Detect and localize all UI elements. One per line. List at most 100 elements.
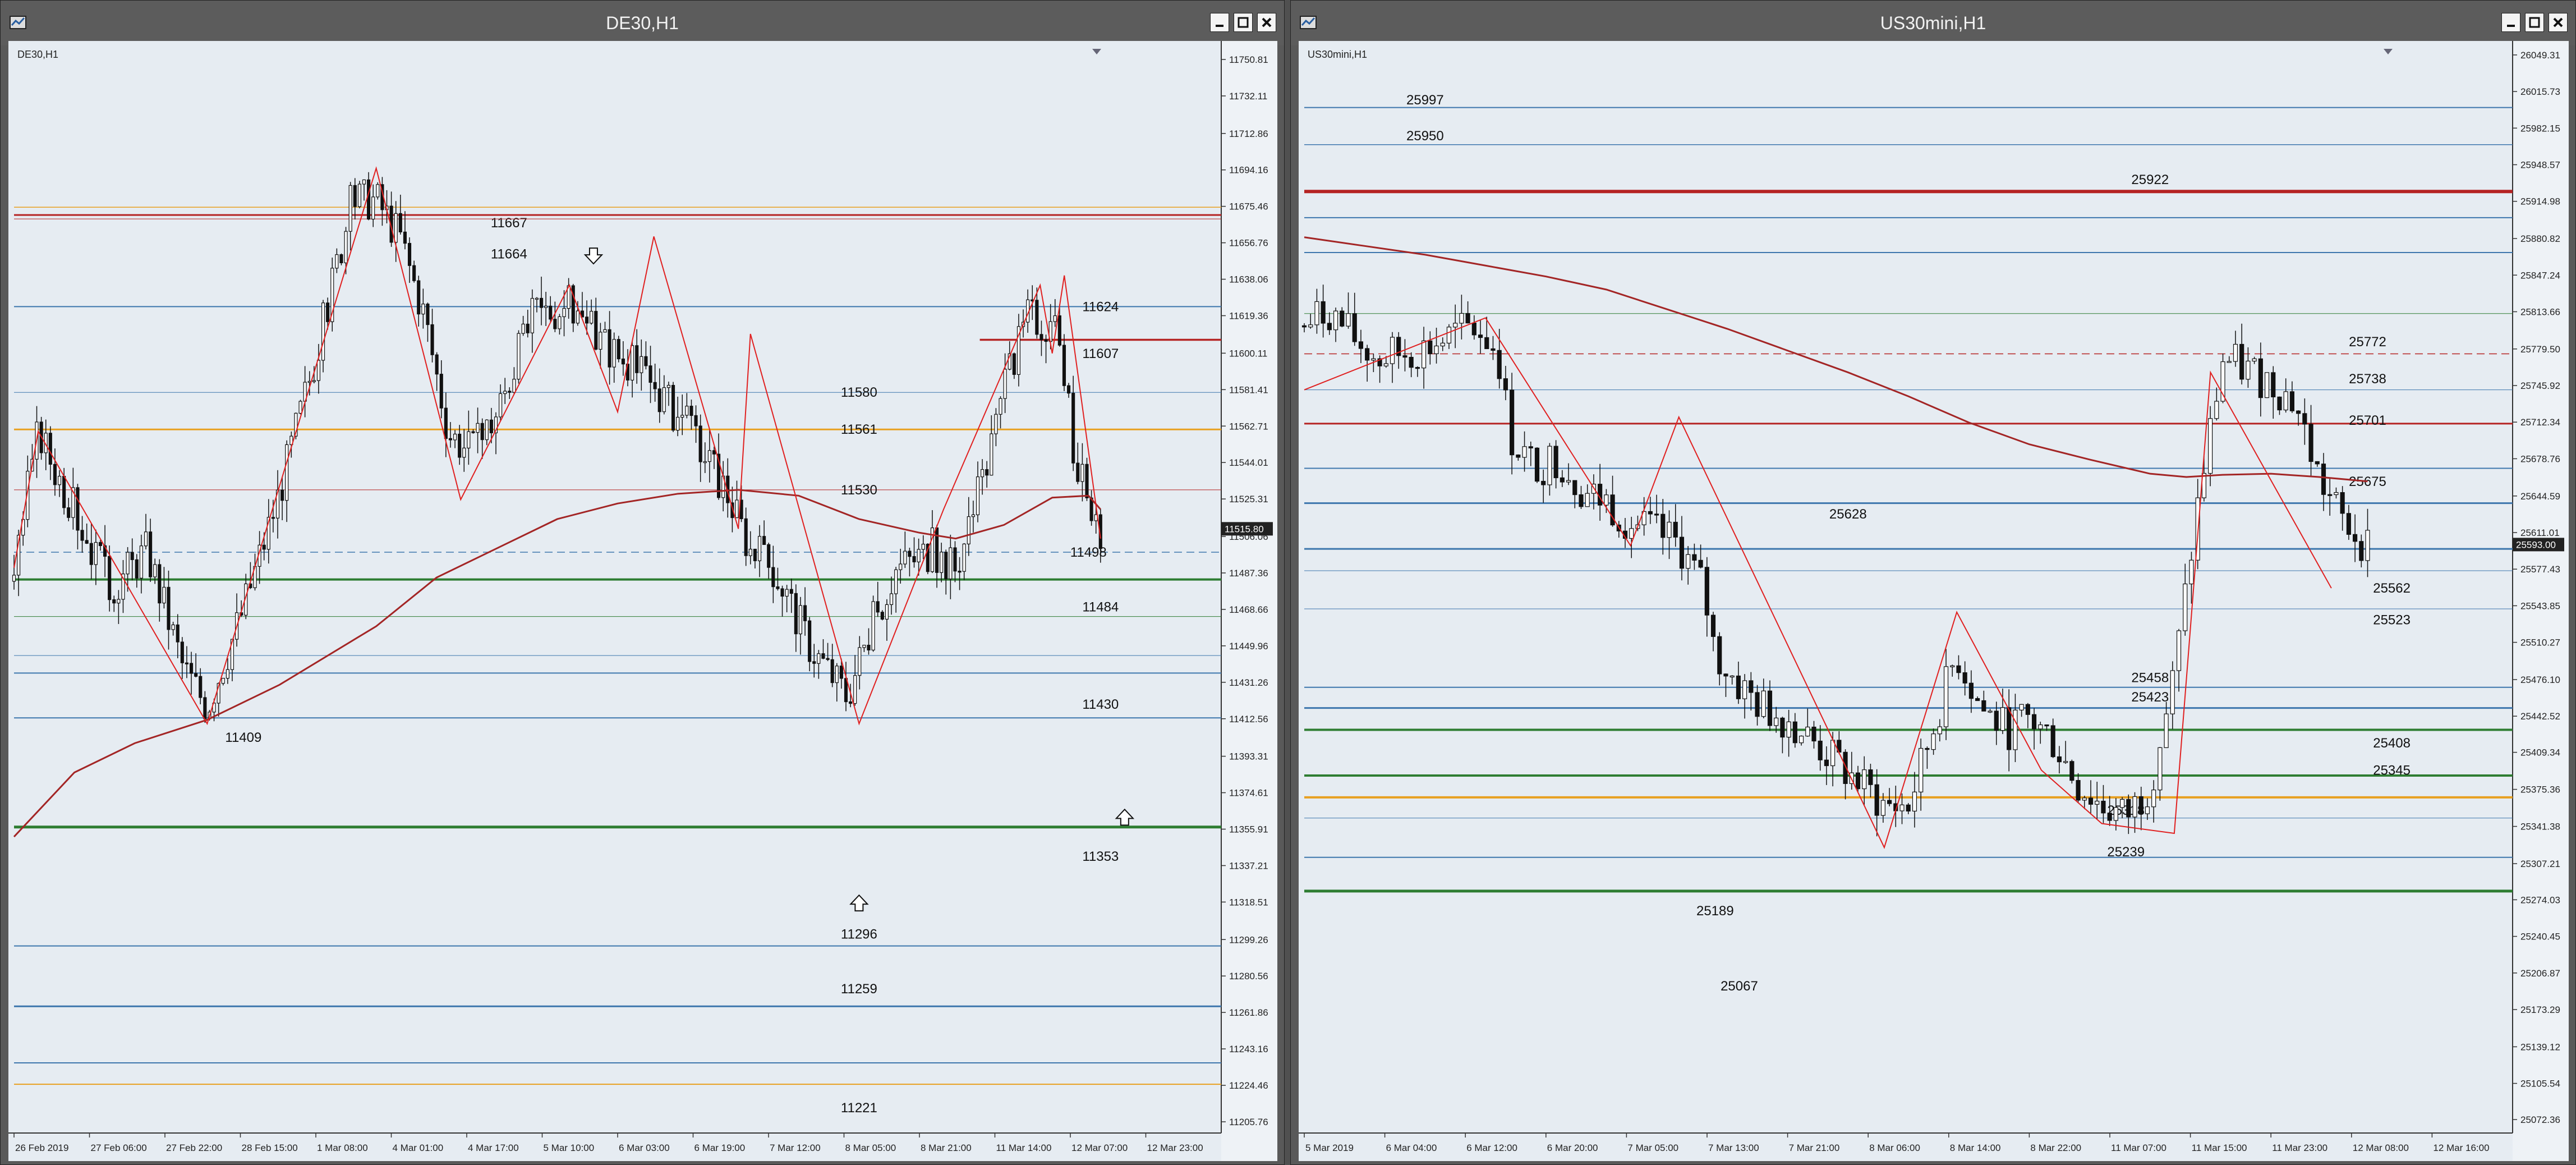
candle-body [135, 559, 139, 579]
candle-body [1648, 511, 1653, 515]
candle-body [108, 556, 112, 600]
candle-body [89, 543, 93, 565]
price-tick-label: 25813.66 [2520, 306, 2560, 317]
candle-body [371, 196, 375, 220]
time-tick-label: 26 Feb 2019 [15, 1143, 68, 1153]
level-label: 25423 [2131, 690, 2169, 705]
price-tick-label: 25072.36 [2520, 1114, 2560, 1125]
candle-body [621, 358, 625, 365]
window-title: DE30,H1 [606, 13, 679, 33]
price-tick-label: 11318.51 [1229, 897, 1268, 907]
candle-body [130, 552, 134, 560]
candle-body [1736, 675, 1741, 699]
candle-body [435, 354, 439, 375]
candle-body [1301, 325, 1307, 328]
candle-body [67, 507, 71, 518]
price-tick-label: 25678.76 [2520, 453, 2560, 464]
chart-area[interactable]: DE30,H1 11750.81 11732.11 11712.86 11694.16 1… [8, 41, 1277, 1161]
candle-body [553, 319, 557, 329]
candle-body [2334, 492, 2339, 496]
candle-body [362, 179, 366, 185]
candle-body [453, 433, 457, 441]
candle-body [153, 564, 157, 577]
price-tick-label: 25375.36 [2520, 785, 2560, 795]
level-label: 25345 [2373, 763, 2411, 778]
candle-body [357, 184, 361, 207]
candle-body [889, 593, 894, 605]
candle-body [85, 540, 89, 544]
candle-body [644, 356, 648, 366]
candle-body [894, 569, 898, 594]
price-tick-label: 25948.57 [2520, 160, 2560, 171]
candle-body [653, 382, 657, 389]
time-tick-label: 6 Mar 12:00 [1466, 1143, 1517, 1153]
candle-body [603, 329, 607, 333]
candle-body [1003, 369, 1007, 399]
level-label: 25523 [2373, 612, 2411, 627]
minimize-icon [1216, 25, 1223, 27]
symbol-label: US30mini,H1 [1308, 49, 1367, 60]
level-label: 11259 [841, 981, 877, 997]
candle-body [2289, 391, 2295, 411]
candle-body [376, 184, 380, 198]
price-tick-label: 11544.01 [1229, 457, 1268, 468]
level-label: 11607 [1082, 346, 1119, 361]
candle-body [112, 599, 116, 604]
chart-area[interactable]: US30mini,H1 26049.31 26015.73 25982.15 25948… [1299, 41, 2569, 1161]
minimize-button[interactable] [1210, 13, 1229, 32]
candle-body [1497, 350, 1502, 379]
candle-body [62, 476, 66, 508]
candle-body [2158, 747, 2163, 791]
price-tick-label: 11750.81 [1229, 54, 1268, 65]
price-tick-label: 25847.24 [2520, 270, 2560, 281]
candle-body [203, 697, 207, 719]
candle-body [1981, 700, 1986, 712]
current-price-label: 25593.00 [2516, 539, 2556, 550]
candle-body [53, 464, 57, 485]
price-tick-label: 25543.85 [2520, 600, 2560, 611]
maximize-button[interactable] [2525, 13, 2544, 32]
candle-body [1704, 567, 1709, 616]
candle-body [162, 586, 166, 604]
level-label: 25701 [2349, 413, 2386, 428]
time-tick-label: 12 Mar 23:00 [1147, 1143, 1203, 1153]
chart-window-us30mini: US30mini,H1 US30mini,H1 26049.31 26015.73 2… [1290, 0, 2576, 1165]
price-tick-label: 11675.46 [1229, 201, 1268, 212]
candle-body [676, 416, 680, 431]
candle-body [599, 332, 602, 350]
candle-body [1579, 494, 1584, 507]
candle-body [2113, 807, 2118, 821]
candle-body [2076, 780, 2081, 801]
candle-body [1792, 721, 1797, 744]
candle-body [1654, 513, 1659, 516]
candle-body [1566, 480, 1571, 483]
candle-body [2208, 418, 2213, 474]
candle-body [830, 659, 834, 684]
candle-body [1692, 554, 1697, 561]
candle-body [2302, 413, 2307, 425]
price-tick-label: 25982.15 [2520, 123, 2560, 134]
candle-body [1767, 690, 1773, 726]
price-tick-label: 26015.73 [2520, 86, 2560, 97]
price-tick-label: 11525.31 [1229, 494, 1268, 504]
price-tick-label: 25442.52 [2520, 711, 2560, 722]
candle-body [1560, 477, 1565, 483]
level-label: 11667 [491, 215, 527, 231]
candle-body [1409, 356, 1414, 368]
close-button[interactable] [2549, 13, 2568, 32]
maximize-button[interactable] [1234, 13, 1253, 32]
candle-body [512, 379, 516, 393]
minimize-button[interactable] [2501, 13, 2520, 32]
candle-body [1786, 721, 1791, 738]
candle-body [98, 542, 103, 546]
price-tick-label: 11468.66 [1229, 604, 1268, 615]
price-tick-label: 11243.16 [1229, 1044, 1268, 1054]
price-tick-label: 25510.27 [2520, 637, 2560, 648]
candle-body [917, 549, 921, 562]
close-button[interactable] [1257, 13, 1276, 32]
candle-body [549, 305, 553, 320]
candle-body [2271, 372, 2276, 397]
candle-body [849, 701, 853, 704]
candle-body [821, 653, 825, 659]
candle-body [1874, 784, 1879, 816]
